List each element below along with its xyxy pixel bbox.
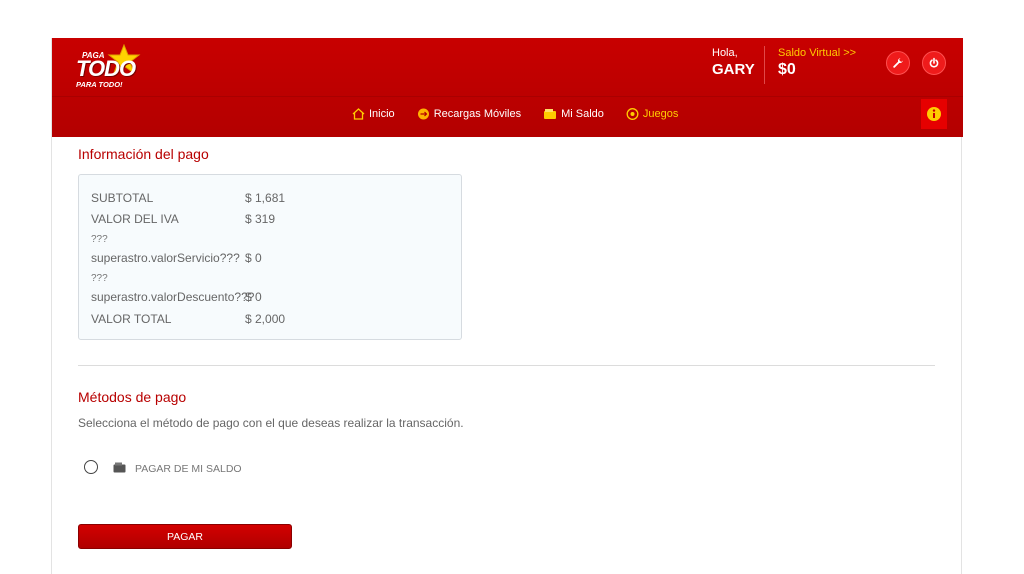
divider: [764, 46, 765, 84]
settings-button[interactable]: [886, 51, 910, 75]
home-icon: [352, 108, 365, 120]
logo-text-main: TODO: [76, 56, 136, 81]
logo[interactable]: PAGA TODO PARA TODO!: [74, 44, 144, 92]
pay-button[interactable]: PAGAR: [78, 524, 292, 549]
section-divider: [78, 365, 935, 366]
subtotal-value: $ 1,681: [245, 191, 286, 205]
payment-methods-description: Selecciona el método de pago con el que …: [78, 416, 464, 430]
descuento-prefix: ???: [91, 273, 108, 284]
logout-button[interactable]: [922, 51, 946, 75]
nav-label-juegos: Juegos: [642, 108, 679, 120]
payment-methods-title: Métodos de pago: [78, 389, 187, 405]
wallet-icon: [544, 109, 557, 119]
servicio-value: $ 0: [245, 251, 262, 265]
recargas-icon: [417, 108, 429, 120]
payment-summary-panel: SUBTOTAL $ 1,681 VALOR DEL IVA $ 319 ???…: [78, 174, 462, 340]
juegos-icon: [626, 108, 639, 120]
nav-label-recargas: Recargas Móviles: [433, 108, 522, 120]
saldo-amount: $0: [778, 61, 796, 78]
total-label: VALOR TOTAL: [91, 312, 172, 326]
info-button[interactable]: [921, 99, 947, 129]
username: GARY: [712, 61, 755, 78]
wrench-icon: [893, 58, 903, 68]
total-value: $ 2,000: [245, 312, 286, 326]
pay-from-balance-radio[interactable]: [84, 460, 98, 474]
greeting-label: Hola,: [712, 47, 738, 59]
main-nav: Inicio Recargas Móviles Mi Saldo Juegos: [352, 108, 678, 120]
nav-item-recargas[interactable]: Recargas Móviles: [417, 108, 521, 120]
app-container: PAGA TODO PARA TODO! Hola, GARY Saldo Vi…: [51, 38, 963, 574]
descuento-label: superastro.valorDescuento???: [91, 290, 255, 304]
servicio-prefix: ???: [91, 234, 108, 245]
nav-item-mi-saldo[interactable]: Mi Saldo: [543, 108, 604, 120]
nav-item-juegos[interactable]: Juegos: [626, 108, 678, 120]
nav-label-inicio: Inicio: [369, 108, 395, 120]
power-icon: [929, 57, 939, 68]
logo-text-bottom: PARA TODO!: [76, 80, 123, 89]
user-greeting: Hola, GARY: [712, 47, 755, 78]
nav-item-inicio[interactable]: Inicio: [352, 108, 395, 120]
iva-label: VALOR DEL IVA: [91, 212, 179, 226]
subtotal-label: SUBTOTAL: [91, 191, 154, 205]
header-divider: [52, 96, 963, 97]
nav-label-mi-saldo: Mi Saldo: [561, 108, 604, 120]
saldo-virtual[interactable]: Saldo Virtual >> $0: [778, 47, 856, 79]
wallet-icon: [113, 462, 126, 473]
iva-value: $ 319: [245, 212, 276, 226]
payment-info-title: Información del pago: [78, 146, 209, 162]
descuento-value: $ 0: [245, 290, 262, 304]
saldo-label[interactable]: Saldo Virtual >>: [778, 47, 856, 59]
header: PAGA TODO PARA TODO! Hola, GARY Saldo Vi…: [52, 38, 963, 137]
info-icon: [927, 107, 941, 121]
servicio-label: superastro.valorServicio???: [91, 251, 240, 265]
pay-from-balance-label[interactable]: PAGAR DE MI SALDO: [135, 463, 242, 475]
